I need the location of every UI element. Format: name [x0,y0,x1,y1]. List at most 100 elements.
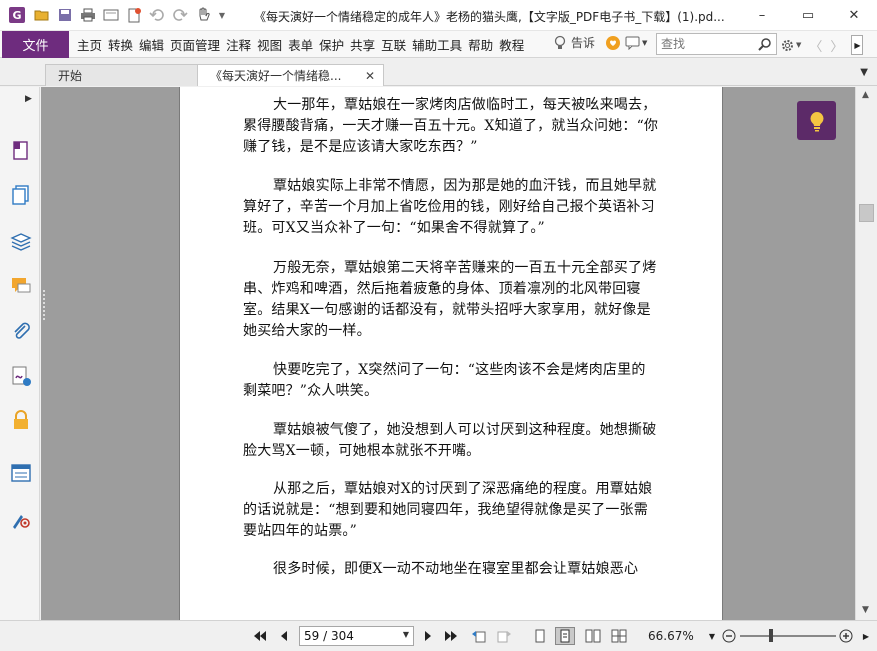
zoom-slider-handle[interactable] [769,629,773,642]
pdf-page: 大一那年，覃姑娘在一家烤肉店做临时工，每天被吆来喝去，累得腰酸背痛，一天才赚一百… [179,87,723,620]
next-view-icon[interactable] [495,628,513,644]
redo-icon[interactable] [171,6,189,24]
facing-view-icon[interactable] [584,628,602,644]
window-controls: – ▭ ✕ [739,0,877,30]
search-icon[interactable] [755,37,775,51]
menu-home[interactable]: 主页 [74,35,105,54]
smart-tip-button[interactable] [797,101,836,140]
paragraph: 从那之后，覃姑娘对X的讨厌到了深恶痛绝的程度。用覃姑娘的话说就是：“想到要和她同… [243,481,653,539]
status-bar: 59 / 304 ▼ 66.67% ▼ ▶ [0,620,877,651]
app-logo-icon[interactable]: G [9,7,25,23]
zoom-out-icon[interactable] [721,628,737,644]
tab-start-label: 开始 [58,69,83,83]
tell-me-label: 告诉 [571,36,596,50]
new-doc-icon[interactable] [125,6,143,24]
document-viewport[interactable]: 大一那年，覃姑娘在一家烤肉店做临时工，每天被吆来喝去，累得腰酸背痛，一天才赚一百… [41,87,855,620]
zoom-level[interactable]: 66.67% [648,629,694,643]
security-icon[interactable] [10,409,32,431]
form-fields-icon[interactable] [10,462,32,484]
last-page-icon[interactable] [443,628,459,644]
zoom-in-icon[interactable] [838,628,854,644]
comments-icon[interactable] [10,275,32,297]
menu-share[interactable]: 共享 [347,35,378,54]
screen-icon[interactable] [102,6,120,24]
ribbon-scroll-right-icon[interactable]: ▶ [851,35,864,55]
certificate-icon[interactable] [10,508,32,530]
single-page-view-icon[interactable] [533,628,547,644]
paragraph: 大一那年，覃姑娘在一家烤肉店做临时工，每天被吆来喝去，累得腰酸背痛，一天才赚一百… [243,97,659,155]
attachments-icon[interactable] [10,320,32,342]
hand-tool-icon[interactable] [194,6,212,24]
menu-form[interactable]: 表单 [285,35,316,54]
expand-panel-icon[interactable]: ▶ [25,94,32,104]
menu-view[interactable]: 视图 [254,35,285,54]
pages-icon[interactable] [10,184,32,206]
open-folder-icon[interactable] [33,6,51,24]
zoom-dropdown-icon[interactable]: ▼ [708,628,716,644]
zoom-slider-track[interactable] [740,635,836,637]
comment-icon[interactable]: ▼ [625,36,647,50]
title-bar: G ▼ 《每天演好一个情绪稳定的成年人》老杨的猫头鹰,【文字版_PDF电子书_下… [0,0,877,31]
paragraph: 万般无奈，覃姑娘第二天将辛苦赚来的一百五十元全部买了烤串、炸鸡和啤酒，然后拖着疲… [243,260,657,339]
paragraph: 覃姑娘被气傻了，她没想到人可以讨厌到这种程度。她想撕破脸大骂X一顿，可她根本就张… [243,422,657,459]
statusbar-expand-icon[interactable]: ▶ [861,628,871,644]
tab-close-icon[interactable]: ✕ [365,69,375,83]
tell-me-group: 告诉 ▼ [553,34,647,51]
menu-items: 主页 转换 编辑 页面管理 注释 视图 表单 保护 共享 互联 辅助工具 帮助 … [74,35,527,54]
file-menu-button[interactable]: 文件 [2,30,69,58]
menu-comment[interactable]: 注释 [223,35,254,54]
save-icon[interactable] [56,6,74,24]
lightbulb-icon [810,111,823,131]
menu-protect[interactable]: 保护 [316,35,347,54]
menu-tools: ▼ 〈 〉 ▶ [780,35,864,55]
lightbulb-icon [554,35,566,49]
menu-help[interactable]: 帮助 [465,35,496,54]
page-number-field[interactable]: 59 / 304 ▼ [299,626,414,646]
scroll-thumb[interactable] [859,204,874,222]
prev-page-icon[interactable] [278,628,290,644]
continuous-facing-view-icon[interactable] [610,628,628,644]
customize-dropdown-icon[interactable]: ▼ [217,6,227,24]
next-page-icon[interactable] [422,628,434,644]
first-page-icon[interactable] [252,628,268,644]
nav-back-icon[interactable]: 〈 [809,36,822,55]
tab-document-label: 《每天演好一个情绪稳... [210,69,342,83]
print-icon[interactable] [79,6,97,24]
settings-gear-icon[interactable]: ▼ [780,38,801,53]
nav-forward-icon[interactable]: 〉 [830,36,843,55]
previous-view-icon[interactable] [470,628,488,644]
tab-current-document[interactable]: 《每天演好一个情绪稳... ✕ [197,64,384,86]
page-dropdown-icon[interactable]: ▼ [403,630,409,639]
tabs-dropdown-icon[interactable]: ▼ [860,67,868,78]
page-thumbnail-icon[interactable] [10,139,32,161]
menu-accessibility[interactable]: 辅助工具 [409,35,465,54]
sidebar-resize-grip[interactable] [43,290,45,320]
menu-page-management[interactable]: 页面管理 [167,35,223,54]
close-window-button[interactable]: ✕ [831,0,877,30]
layers-icon[interactable] [10,230,32,252]
page-number-value: 59 / 304 [304,629,354,643]
tell-me-button[interactable]: 告诉 [553,34,595,51]
menu-connect[interactable]: 互联 [378,35,409,54]
vertical-scrollbar[interactable]: ▲ ▼ [855,87,877,620]
search-input[interactable] [657,37,755,51]
minimize-button[interactable]: – [739,0,785,30]
menu-bar: 文件 主页 转换 编辑 页面管理 注释 视图 表单 保护 共享 互联 辅助工具 … [0,30,877,58]
signature-icon[interactable] [10,365,32,387]
quick-access-toolbar: ▼ [33,6,227,24]
tab-start[interactable]: 开始 [45,64,199,86]
continuous-view-icon[interactable] [555,627,575,645]
navigation-sidebar: ▶ [0,87,40,620]
paragraph: 快要吃完了，X突然问了一句：“这些肉该不会是烤肉店里的剩菜吧？”众人哄笑。 [243,362,646,399]
paragraph: 很多时候，即便X一动不动地坐在寝室里都会让覃姑娘恶心 [273,561,639,577]
menu-convert[interactable]: 转换 [105,35,136,54]
window-title: 《每天演好一个情绪稳定的成年人》老杨的猫头鹰,【文字版_PDF电子书_下载】(1… [254,10,725,24]
undo-icon[interactable] [148,6,166,24]
menu-edit[interactable]: 编辑 [136,35,167,54]
menu-tutorial[interactable]: 教程 [496,35,527,54]
feedback-icon[interactable] [605,35,621,51]
scroll-down-arrow[interactable]: ▼ [862,605,869,615]
search-field [656,33,777,55]
maximize-button[interactable]: ▭ [785,0,831,30]
scroll-up-arrow[interactable]: ▲ [862,90,869,100]
